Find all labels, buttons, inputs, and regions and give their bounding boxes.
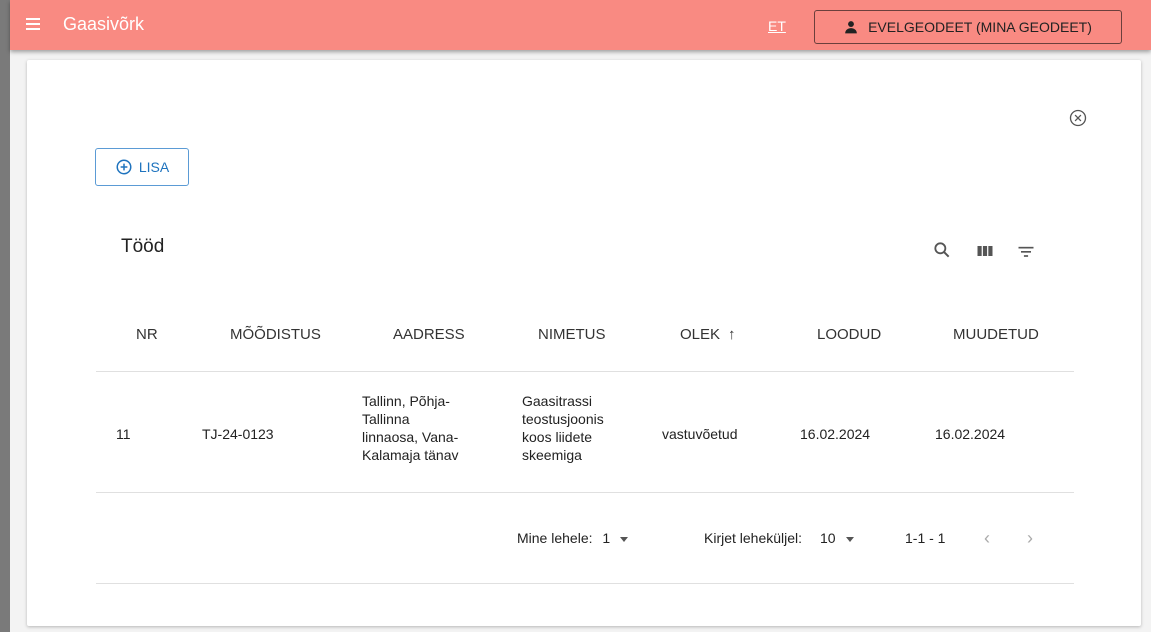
- column-header-nimetus[interactable]: NIMETUS: [538, 326, 606, 343]
- filter-icon[interactable]: [1016, 242, 1036, 260]
- chevron-down-icon: [845, 536, 854, 542]
- cell-aadress: Tallinn, Põhja- Tallinna linnaosa, Vana-…: [362, 392, 459, 464]
- language-switch[interactable]: ET: [768, 18, 786, 34]
- goto-page: Mine lehele: 1: [517, 530, 629, 546]
- cell-moodistus: TJ-24-0123: [202, 426, 274, 442]
- user-menu-button[interactable]: EVELGEODEET (MINA GEODEET): [814, 10, 1122, 44]
- cell-nimetus-line: teostusjoonis: [522, 411, 604, 427]
- column-header-olek[interactable]: OLEK ↑: [680, 326, 736, 343]
- column-header-loodud[interactable]: LOODUD: [817, 326, 881, 343]
- goto-page-label: Mine lehele:: [517, 530, 593, 546]
- table-header: NR MÕÕDISTUS AADRESS NIMETUS OLEK ↑ LOODU…: [96, 326, 1074, 346]
- sort-arrow-icon: ↑: [728, 326, 736, 343]
- chevron-down-icon: [620, 536, 629, 542]
- cell-aadress-line: Tallinn, Põhja-: [362, 393, 450, 409]
- cell-nimetus: Gaasitrassi teostusjoonis koos liidete s…: [522, 392, 604, 464]
- person-icon: [845, 21, 857, 34]
- column-header-moodistus[interactable]: MÕÕDISTUS: [230, 326, 321, 343]
- rows-per-page-value: 10: [819, 530, 836, 546]
- cell-aadress-line: Kalamaja tänav: [362, 447, 459, 463]
- cell-loodud: 16.02.2024: [800, 426, 871, 442]
- goto-page-select[interactable]: 1: [602, 530, 629, 546]
- column-header-aadress[interactable]: AADRESS: [393, 326, 465, 343]
- chevron-right-icon[interactable]: ›: [1027, 528, 1033, 549]
- app-title: Gaasivõrk: [63, 14, 145, 34]
- rows-per-page: Kirjet leheküljel: 10: [704, 530, 854, 546]
- table-row[interactable]: 11 TJ-24-0123 Tallinn, Põhja- Tallinna l…: [96, 372, 1074, 492]
- divider: [96, 583, 1074, 584]
- page-range: 1-1 - 1: [905, 530, 946, 546]
- column-header-olek-label: OLEK: [680, 326, 721, 343]
- rows-per-page-label: Kirjet leheküljel:: [704, 530, 803, 546]
- add-button-label: LISA: [138, 159, 170, 175]
- chevron-left-icon[interactable]: ‹: [984, 528, 990, 549]
- close-icon[interactable]: [1068, 108, 1088, 128]
- cell-aadress-line: Tallinna: [362, 411, 410, 427]
- cell-nr: 11: [116, 426, 131, 442]
- cell-olek: vastuvõetud: [662, 426, 738, 442]
- columns-icon[interactable]: [975, 242, 995, 260]
- top-app-bar: Gaasivõrk ET EVELGEODEET (MINA GEODEET): [10, 0, 1151, 50]
- column-header-nr[interactable]: NR: [136, 326, 158, 343]
- add-button[interactable]: LISA: [95, 148, 189, 186]
- cell-nimetus-line: skeemiga: [522, 447, 582, 463]
- cell-aadress-line: linnaosa, Vana-: [362, 429, 459, 445]
- table-title: Tööd: [121, 236, 165, 257]
- menu-icon[interactable]: [26, 18, 40, 30]
- cell-nimetus-line: Gaasitrassi: [522, 393, 593, 409]
- cell-nimetus-line: koos liidete: [522, 429, 593, 445]
- goto-page-value: 1: [602, 530, 611, 546]
- user-name: EVELGEODEET (MINA GEODEET): [868, 19, 1092, 35]
- add-circle-icon: [116, 159, 132, 175]
- divider: [96, 492, 1074, 493]
- rows-per-page-select[interactable]: 10: [820, 530, 854, 546]
- search-icon[interactable]: [932, 240, 952, 260]
- cell-muudetud: 16.02.2024: [935, 426, 1006, 442]
- column-header-muudetud[interactable]: MUUDETUD: [953, 326, 1039, 343]
